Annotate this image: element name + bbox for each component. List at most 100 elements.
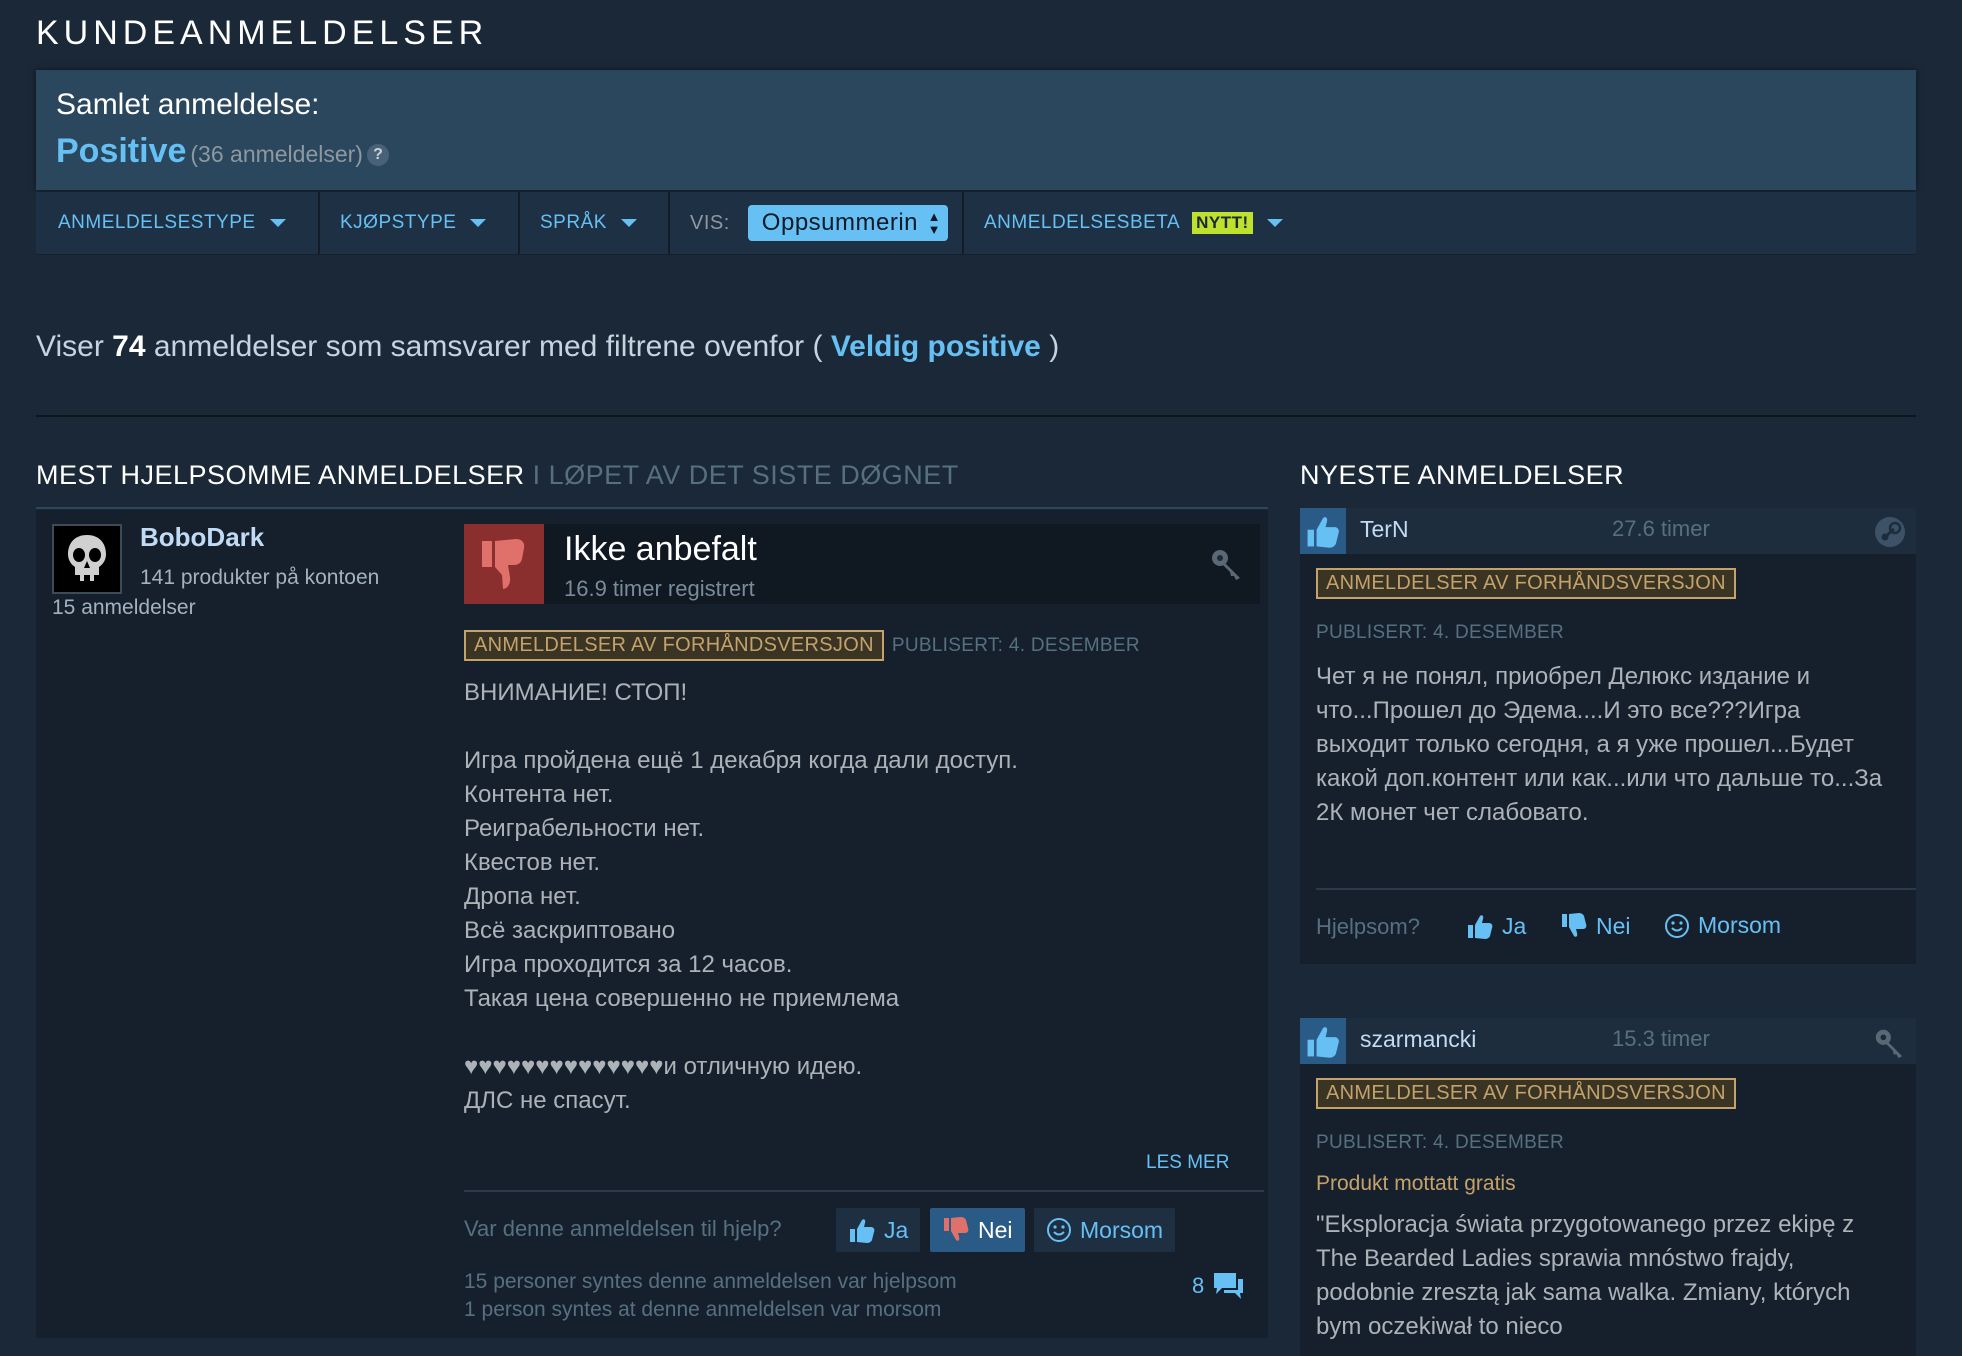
section-title: KUNDEANMELDELSER	[36, 14, 489, 52]
newest-review-header[interactable]: TerN 27.6 timer	[1300, 508, 1916, 554]
hours-played: 16.9 timer registrert	[564, 576, 755, 601]
newest-vote-yes[interactable]: Ja	[1466, 912, 1526, 940]
funny-count-text: 1 person syntes at denne anmeldelsen var…	[464, 1298, 942, 1321]
thumbs-up-icon	[1307, 517, 1339, 548]
chevron-down-icon	[620, 219, 637, 227]
read-more-link[interactable]: LES MER	[1146, 1152, 1229, 1174]
newest-review-published: PUBLISERT: 4. DESEMBER	[1316, 622, 1565, 643]
summary-rating-text[interactable]: Positive	[56, 132, 186, 170]
key-icon	[1872, 1026, 1906, 1065]
smiley-icon	[1665, 913, 1689, 938]
showing-middle: anmeldelser som samsvarer med filtrene o…	[153, 330, 823, 363]
newest-vote-no-label: Nei	[1596, 912, 1631, 939]
avatar[interactable]	[52, 524, 122, 594]
newest-review-published: PUBLISERT: 4. DESEMBER	[1316, 1132, 1565, 1153]
filter-language-label: SPRÅK	[540, 212, 607, 233]
published-date: PUBLISERT: 4. DESEMBER	[891, 634, 1140, 656]
comment-count[interactable]: 8	[1192, 1270, 1246, 1302]
newest-review-card: szarmancki 15.3 timer ANMELDELSER AV FOR…	[1300, 1018, 1916, 1356]
smiley-icon	[1047, 1218, 1071, 1242]
divider	[36, 415, 1916, 417]
recommendation-title: Ikke anbefalt	[564, 530, 757, 568]
summary-box: Samlet anmeldelse: Positive (36 anmeldels…	[36, 70, 1916, 190]
filter-review-type[interactable]: ANMELDELSESTYPE	[58, 192, 286, 254]
filter-review-beta[interactable]: ANMELDELSESBETA NYTT!	[984, 192, 1283, 254]
newest-vote-no[interactable]: Nei	[1560, 912, 1631, 940]
review-meta: ANMELDELSER AV FORHÅNDSVERSJON PUBLISERT…	[464, 630, 1140, 661]
summary-count: (36 anmeldelser)	[190, 141, 363, 167]
help-icon[interactable]: ?	[366, 144, 389, 166]
author-products[interactable]: 141 produkter på kontoen	[140, 566, 379, 590]
newest-title: NYESTE ANMELDELSER	[1300, 460, 1625, 490]
view-label: VIS:	[690, 211, 730, 234]
newest-vote-funny-label: Morsom	[1698, 912, 1782, 938]
received-free-label: Produkt mottatt gratis	[1316, 1172, 1516, 1195]
newest-review-badge-wrap: ANMELDELSER AV FORHÅNDSVERSJON	[1316, 568, 1736, 599]
newest-helpful-label: Hjelpsom?	[1316, 914, 1420, 939]
newest-review-text: "Eksploracja świata przygotowanego przez…	[1316, 1211, 1855, 1340]
thumbs-down-icon	[482, 539, 525, 589]
filter-purchase-type-label: KJØPSTYPE	[340, 212, 457, 233]
chevron-down-icon	[269, 219, 286, 227]
select-arrows-icon: ▲ ▼	[927, 209, 942, 237]
newest-review-divider	[1316, 888, 1916, 890]
chevron-down-icon	[1266, 219, 1283, 227]
helpful-stats: 15 personer syntes denne anmeldelsen var…	[464, 1268, 957, 1324]
showing-suffix: )	[1049, 330, 1060, 363]
most-helpful-title-text: MEST HJELPSOMME ANMELDELSER	[36, 460, 525, 490]
early-access-badge: ANMELDELSER AV FORHÅNDSVERSJON	[1316, 1078, 1736, 1109]
author-name[interactable]: BoboDark	[140, 522, 264, 553]
vote-funny-button[interactable]: Morsom	[1034, 1208, 1176, 1252]
vote-funny-label: Morsom	[1080, 1216, 1164, 1243]
thumbs-up-icon	[1307, 1027, 1339, 1058]
newest-review-header[interactable]: szarmancki 15.3 timer	[1300, 1018, 1916, 1064]
showing-count: 74	[112, 330, 146, 363]
most-helpful-subtitle: I LØPET AV DET SISTE DØGNET	[532, 460, 959, 490]
vote-no-button[interactable]: Nei	[930, 1208, 1025, 1252]
showing-prefix: Viser	[36, 330, 104, 363]
summary-rating[interactable]: Positive (36 anmeldelser)?	[56, 132, 389, 171]
review-text: ВНИМАНИЕ! СТОП! Игра пройдена ещё 1 дека…	[464, 679, 1018, 1114]
thumbs-up-icon	[1468, 915, 1493, 939]
thumbs-up-icon	[850, 1219, 875, 1243]
showing-rating: Veldig positive	[830, 330, 1041, 363]
vote-yes-button[interactable]: Ja	[836, 1208, 921, 1252]
filter-language[interactable]: SPRÅK	[540, 192, 637, 254]
filter-purchase-type[interactable]: KJØPSTYPE	[340, 192, 487, 254]
comment-count-value: 8	[1192, 1273, 1205, 1298]
vote-no-label: Nei	[978, 1216, 1013, 1243]
column-underline	[36, 507, 1268, 509]
author-reviews[interactable]: 15 anmeldelser	[52, 596, 196, 620]
skull-avatar-icon	[68, 535, 106, 581]
early-access-badge: ANMELDELSER AV FORHÅNDSVERSJON	[464, 630, 884, 661]
newest-review-hours: 15.3 timer	[1612, 1026, 1710, 1051]
steam-icon	[1874, 516, 1906, 553]
newest-vote-funny[interactable]: Morsom	[1664, 912, 1781, 939]
new-badge: NYTT!	[1192, 212, 1253, 234]
view-select[interactable]: Oppsummerin ▲ ▼	[747, 205, 949, 241]
vote-yes-label: Ja	[884, 1216, 909, 1243]
filter-divider	[962, 192, 964, 254]
helpful-question: Var denne anmeldelsen til hjelp?	[464, 1216, 782, 1241]
thumbs-down-icon	[944, 1217, 969, 1241]
newest-review-hours: 27.6 timer	[1612, 516, 1710, 541]
comment-icon	[1214, 1273, 1244, 1299]
review-card: BoboDark 141 produkter på kontoen 15 anm…	[36, 510, 1268, 1338]
newest-review-author: szarmancki	[1360, 1026, 1477, 1052]
key-icon	[1208, 546, 1244, 587]
newest-review-author: TerN	[1360, 516, 1409, 542]
helpful-count-text: 15 personer syntes denne anmeldelsen var…	[464, 1270, 957, 1293]
filter-bar: ANMELDELSESTYPE KJØPSTYPE SPRÅK VIS: Opp…	[36, 192, 1916, 255]
filter-review-type-label: ANMELDELSESTYPE	[58, 212, 256, 233]
view-select-value: Oppsummerin	[761, 209, 919, 236]
thumbs-up-box	[1300, 508, 1346, 554]
newest-review-card: TerN 27.6 timer ANMELDELSER AV FORHÅNDSV…	[1300, 508, 1916, 964]
text-fade	[464, 1110, 1260, 1150]
newest-review-text: Чет я не понял, приобрел Делюкс издание …	[1316, 663, 1883, 826]
review-verdict-header[interactable]: Ikke anbefalt 16.9 timer registrert	[464, 524, 1260, 604]
newest-review-badge-wrap: ANMELDELSER AV FORHÅNDSVERSJON	[1316, 1078, 1736, 1109]
early-access-badge: ANMELDELSER AV FORHÅNDSVERSJON	[1316, 568, 1736, 599]
summary-label: Samlet anmeldelse:	[56, 88, 320, 121]
thumbs-down-icon	[1562, 913, 1587, 937]
filter-divider	[668, 192, 670, 254]
